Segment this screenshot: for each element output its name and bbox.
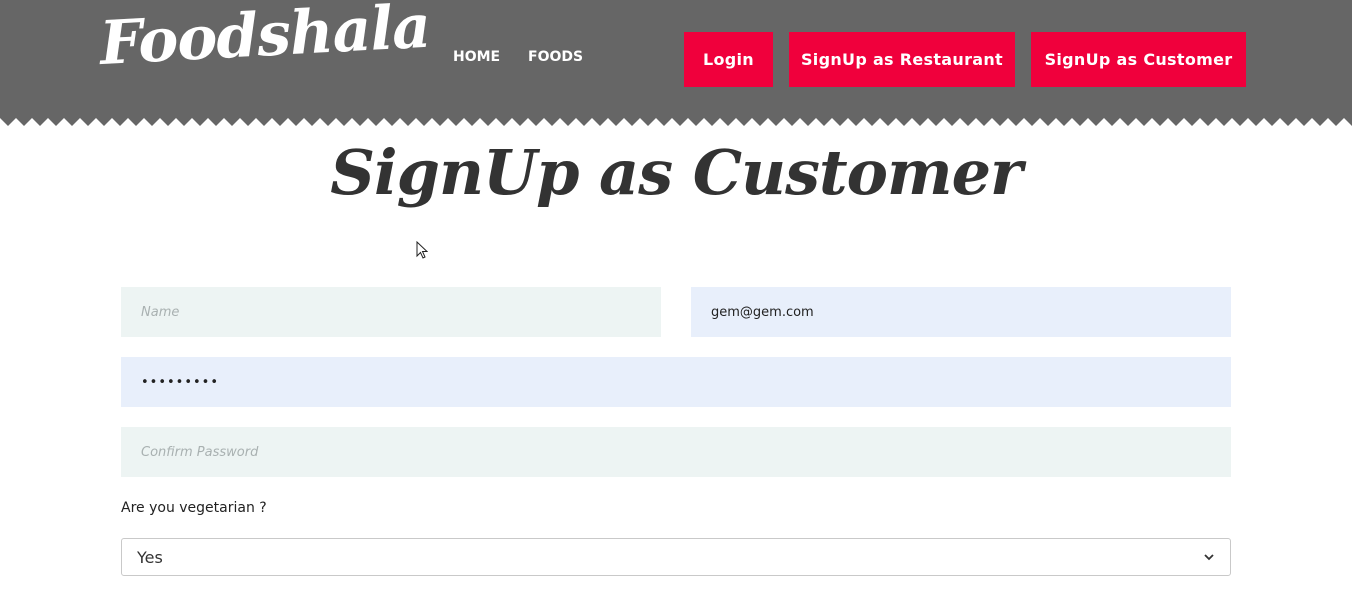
nav-home-link[interactable]: HOME <box>453 48 500 66</box>
mouse-pointer-icon <box>416 241 428 259</box>
email-value: gem@gem.com <box>711 304 814 320</box>
vegetarian-selected-value: Yes <box>137 547 163 567</box>
page-title: SignUp as Customer <box>330 136 1022 209</box>
header-zigzag-edge <box>0 116 1352 126</box>
password-value: ••••••••• <box>141 374 220 390</box>
signup-restaurant-button[interactable]: SignUp as Restaurant <box>789 32 1015 87</box>
confirm-password-placeholder: Confirm Password <box>141 444 259 460</box>
signup-customer-button[interactable]: SignUp as Customer <box>1031 32 1246 87</box>
nav-foods-link[interactable]: FOODS <box>528 48 583 66</box>
confirm-password-input[interactable]: Confirm Password <box>121 427 1231 477</box>
password-input[interactable]: ••••••••• <box>121 357 1231 407</box>
site-header: Foodshala HOME FOODS Login SignUp as Res… <box>0 0 1352 118</box>
name-input[interactable]: Name <box>121 287 661 337</box>
vegetarian-label: Are you vegetarian ? <box>121 500 267 516</box>
name-placeholder: Name <box>141 304 180 320</box>
login-button[interactable]: Login <box>684 32 773 87</box>
site-logo[interactable]: Foodshala <box>98 0 432 84</box>
vegetarian-select[interactable]: Yes <box>121 538 1231 576</box>
chevron-down-icon <box>1204 554 1214 561</box>
email-input[interactable]: gem@gem.com <box>691 287 1231 337</box>
